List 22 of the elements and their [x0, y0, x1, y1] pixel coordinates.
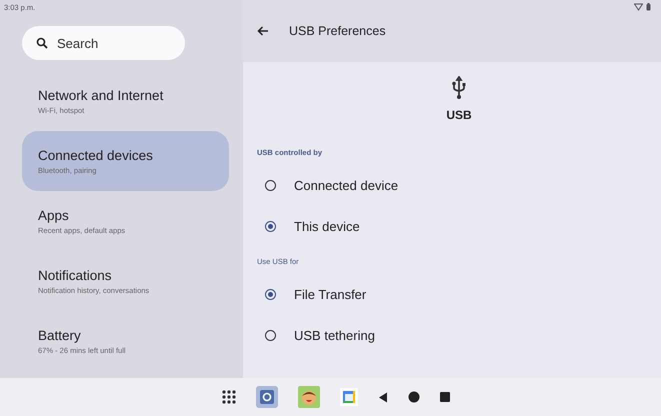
page-title: USB Preferences	[289, 24, 386, 38]
usb-label: USB	[446, 108, 472, 122]
settings-app-icon[interactable]	[256, 386, 278, 408]
radio-button[interactable]	[265, 289, 276, 300]
usb-icon	[452, 76, 466, 100]
back-nav-icon[interactable]	[378, 392, 388, 402]
radio-button[interactable]	[265, 330, 276, 341]
search-field[interactable]: Search	[22, 26, 185, 60]
home-nav-icon[interactable]	[408, 391, 420, 403]
battery-icon	[646, 3, 651, 11]
search-icon	[36, 37, 48, 49]
calendar-app-icon[interactable]	[340, 388, 358, 406]
radio-option[interactable]: This device	[257, 206, 661, 247]
radio-button[interactable]	[265, 180, 276, 191]
back-arrow-icon[interactable]	[257, 26, 269, 36]
radio-button[interactable]	[265, 221, 276, 232]
wifi-icon	[634, 3, 643, 11]
cartoon-app-icon[interactable]	[298, 386, 320, 408]
radio-option[interactable]: File Transfer	[257, 274, 661, 315]
app-grid-icon[interactable]	[222, 390, 236, 404]
radio-option[interactable]: USB tethering	[257, 315, 661, 356]
radio-option[interactable]: Connected device	[257, 165, 661, 206]
